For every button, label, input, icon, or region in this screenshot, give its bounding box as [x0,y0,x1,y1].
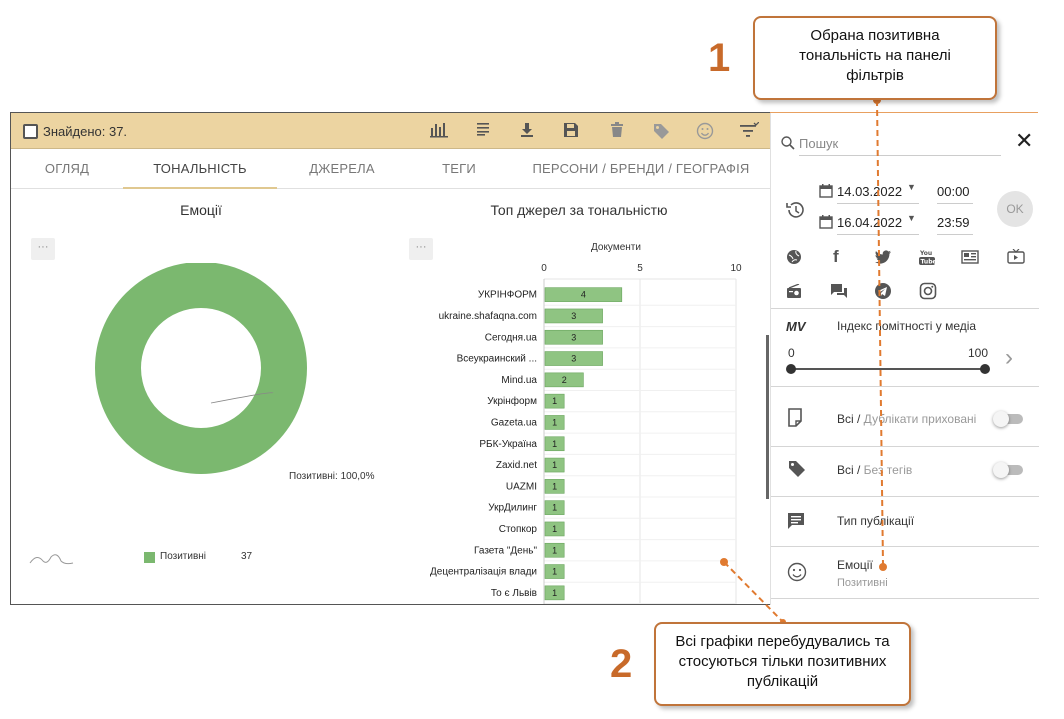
callout-1: Обрана позитивна тональність на панелі ф… [753,16,997,100]
callout-number-2: 2 [610,642,633,686]
callout-connectors [720,96,887,625]
callout-number-1: 1 [708,36,731,80]
callout-2: Всі графіки перебудувались та стосуються… [654,622,911,706]
